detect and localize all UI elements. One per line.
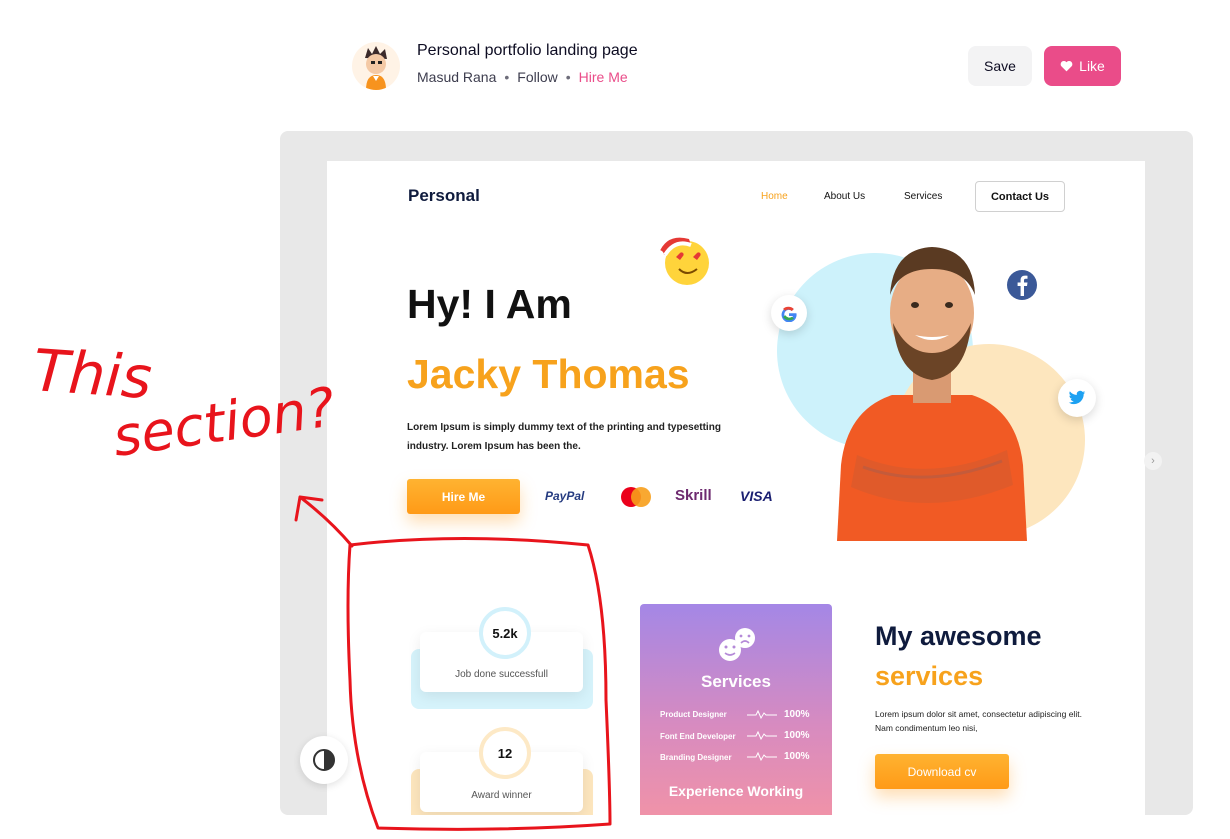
service-value: 100% bbox=[784, 751, 810, 762]
services-description: Lorem ipsum dolor sit amet, consectetur … bbox=[875, 709, 1082, 733]
author-link[interactable]: Masud Rana bbox=[417, 69, 496, 85]
hero-name: Jacky Thomas bbox=[407, 351, 690, 397]
skrill-logo: Skrill bbox=[675, 487, 712, 504]
avatar[interactable] bbox=[352, 42, 400, 90]
nav-services: Services bbox=[904, 191, 943, 202]
chevron-right-icon[interactable]: › bbox=[1144, 452, 1162, 470]
stat-value-jobs: 5.2k bbox=[479, 607, 531, 659]
services-heading-accent: services bbox=[875, 661, 984, 691]
contrast-icon bbox=[313, 749, 335, 771]
like-label: Like bbox=[1079, 58, 1105, 74]
services-card: Services Product Designer 100% Font End … bbox=[640, 604, 832, 815]
service-label: Font End Developer bbox=[660, 732, 736, 741]
follow-link[interactable]: Follow bbox=[517, 69, 557, 85]
heart-icon bbox=[1060, 60, 1073, 72]
separator-dot: • bbox=[504, 69, 510, 85]
services-card-footer: Experience Working bbox=[668, 783, 804, 799]
paypal-logo: PayPal bbox=[545, 489, 585, 503]
services-card-title: Services bbox=[701, 672, 771, 691]
separator-dot: • bbox=[565, 69, 571, 85]
wave-icon bbox=[747, 709, 777, 719]
service-value: 100% bbox=[784, 709, 810, 720]
visa-logo: VISA bbox=[740, 488, 773, 504]
save-button[interactable]: Save bbox=[968, 46, 1032, 86]
shot-canvas: Personal Home About Us Services Contact … bbox=[327, 161, 1145, 815]
nav-about: About Us bbox=[824, 191, 866, 202]
services-heading: My awesome bbox=[875, 621, 1042, 651]
wave-icon bbox=[747, 751, 777, 761]
faces-icon bbox=[719, 628, 755, 661]
hero-greeting: Hy! I Am bbox=[407, 281, 572, 327]
service-label: Branding Designer bbox=[660, 753, 732, 762]
shot-frame: Personal Home About Us Services Contact … bbox=[280, 131, 1193, 815]
like-button[interactable]: Like bbox=[1044, 46, 1121, 86]
shot-meta: Masud Rana • Follow • Hire Me bbox=[417, 69, 628, 85]
wave-icon bbox=[747, 730, 777, 740]
emoji-icon bbox=[649, 229, 715, 289]
hero-description: Lorem Ipsum is simply dummy text of the … bbox=[407, 422, 721, 452]
annotation-text-line1: This bbox=[31, 336, 154, 412]
hero-hire-button: Hire Me bbox=[407, 479, 520, 514]
google-icon bbox=[771, 295, 807, 331]
contact-button: Contact Us bbox=[975, 181, 1065, 212]
download-cv-button: Download cv bbox=[875, 754, 1009, 789]
mastercard-logo bbox=[619, 486, 653, 508]
service-value: 100% bbox=[784, 730, 810, 741]
service-label: Product Designer bbox=[660, 710, 727, 719]
site-logo: Personal bbox=[408, 186, 480, 205]
stat-value-awards: 12 bbox=[479, 727, 531, 779]
hire-me-link[interactable]: Hire Me bbox=[579, 69, 628, 85]
stat-label-awards: Award winner bbox=[471, 790, 532, 801]
contrast-toggle-button[interactable] bbox=[300, 736, 348, 784]
twitter-icon bbox=[1058, 379, 1096, 417]
shot-title: Personal portfolio landing page bbox=[417, 42, 638, 59]
nav-home: Home bbox=[761, 191, 788, 202]
stat-label-jobs: Job done successfull bbox=[455, 669, 548, 680]
facebook-icon bbox=[1004, 267, 1040, 303]
